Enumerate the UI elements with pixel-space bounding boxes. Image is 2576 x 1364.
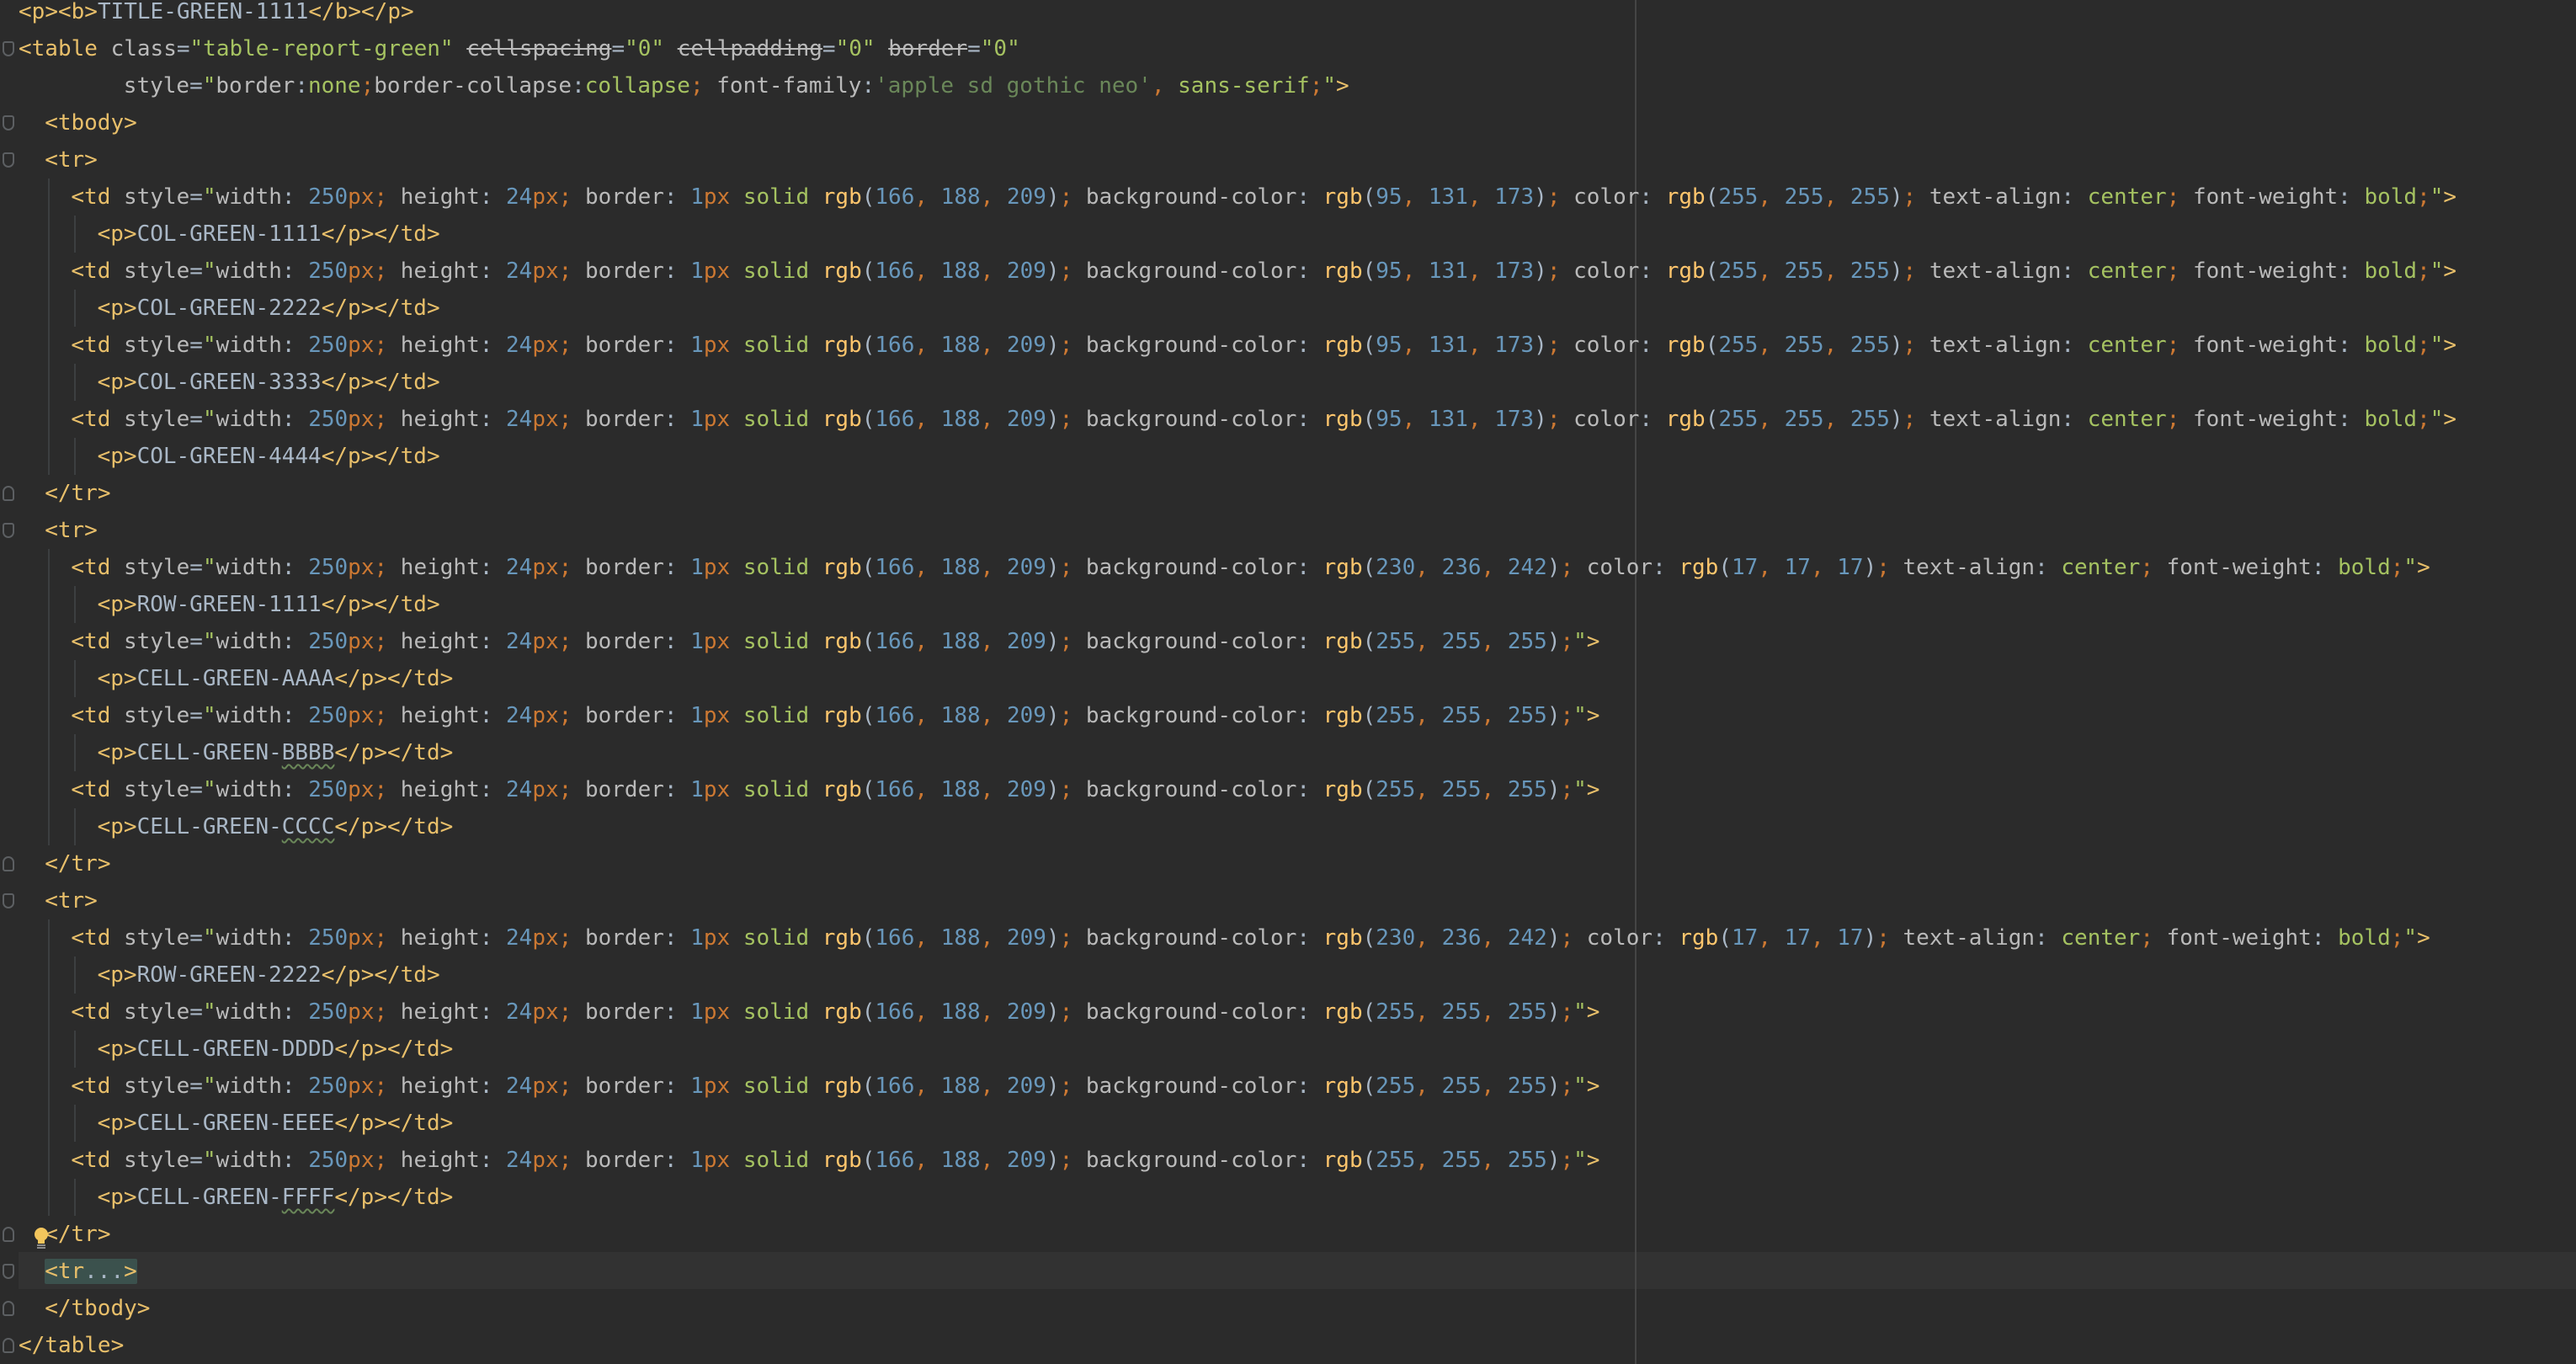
code-line[interactable]: <td style="width: 250px; height: 24px; b…: [71, 697, 1599, 734]
indent-guide: [74, 956, 77, 994]
code-line[interactable]: <p>CELL-GREEN-EEEE</p></td>: [98, 1105, 454, 1142]
code-line[interactable]: <td style="width: 250px; height: 24px; b…: [71, 253, 2456, 290]
code-line[interactable]: </table>: [19, 1327, 124, 1364]
fold-marker-icon[interactable]: [3, 856, 14, 871]
code-line[interactable]: </tr>: [45, 1216, 110, 1253]
indent-guide: [74, 1179, 77, 1216]
code-editor[interactable]: <p><b>TITLE-GREEN-1111</b></p> <table cla…: [0, 0, 2576, 1364]
fold-marker-icon[interactable]: [3, 486, 14, 501]
code-line[interactable]: <p><b>TITLE-GREEN-1111</b></p>: [19, 0, 414, 30]
fold-marker-icon[interactable]: [3, 893, 14, 908]
code-line[interactable]: <td style="width: 250px; height: 24px; b…: [71, 327, 2456, 364]
code-line[interactable]: <tr>: [45, 141, 98, 178]
fold-marker-icon[interactable]: [3, 1264, 14, 1279]
code-line[interactable]: <p>COL-GREEN-1111</p></td>: [98, 216, 440, 253]
code-line[interactable]: <td style="width: 250px; height: 24px; b…: [71, 994, 1599, 1031]
indent-guide: [74, 364, 77, 401]
code-line[interactable]: <p>CELL-GREEN-DDDD</p></td>: [98, 1031, 454, 1068]
code-line[interactable]: <td style="width: 250px; height: 24px; b…: [71, 1068, 1599, 1105]
code-line[interactable]: </tr>: [45, 845, 110, 882]
code-line[interactable]: <p>ROW-GREEN-2222</p></td>: [98, 956, 440, 994]
code-line[interactable]: <p>CELL-GREEN-FFFF</p></td>: [98, 1179, 454, 1216]
code-line[interactable]: <p>COL-GREEN-2222</p></td>: [98, 290, 440, 327]
code-line[interactable]: <td style="width: 250px; height: 24px; b…: [71, 771, 1599, 808]
indent-guide: [48, 178, 51, 475]
code-line[interactable]: <p>COL-GREEN-3333</p></td>: [98, 364, 440, 401]
code-line[interactable]: <p>CELL-GREEN-BBBB</p></td>: [98, 734, 454, 771]
code-line[interactable]: style="border:none;border-collapse:colla…: [124, 67, 1349, 104]
indent-guide: [74, 290, 77, 327]
indent-guide: [74, 1031, 77, 1068]
indent-guide: [48, 549, 51, 845]
current-line-highlight: [19, 1252, 2576, 1289]
code-line[interactable]: </tr>: [45, 475, 110, 512]
indent-guide: [74, 660, 77, 697]
code-line[interactable]: <p>COL-GREEN-4444</p></td>: [98, 438, 440, 475]
code-line[interactable]: <td style="width: 250px; height: 24px; b…: [71, 919, 2430, 956]
indent-guide: [48, 919, 51, 1216]
code-line[interactable]: <tbody>: [45, 104, 137, 141]
fold-marker-icon[interactable]: [3, 523, 14, 538]
fold-marker-icon[interactable]: [3, 1227, 14, 1242]
fold-marker-icon[interactable]: [3, 41, 14, 56]
code-line[interactable]: <table class="table-report-green" cellsp…: [19, 30, 1020, 67]
fold-marker-icon[interactable]: [3, 115, 14, 131]
code-line[interactable]: <td style="width: 250px; height: 24px; b…: [71, 623, 1599, 660]
code-line[interactable]: <td style="width: 250px; height: 24px; b…: [71, 549, 2430, 586]
code-line[interactable]: <td style="width: 250px; height: 24px; b…: [71, 401, 2456, 438]
code-line[interactable]: <p>CELL-GREEN-CCCC</p></td>: [98, 808, 454, 845]
code-line[interactable]: <tr>: [45, 882, 98, 919]
code-line[interactable]: <p>ROW-GREEN-1111</p></td>: [98, 586, 440, 623]
fold-marker-icon[interactable]: [3, 1338, 14, 1353]
lightbulb-icon[interactable]: [32, 1226, 51, 1249]
indent-guide: [74, 216, 77, 253]
fold-marker-icon[interactable]: [3, 152, 14, 168]
indent-guide: [74, 808, 77, 845]
code-line[interactable]: <td style="width: 250px; height: 24px; b…: [71, 1142, 1599, 1179]
folded-region[interactable]: <tr...>: [45, 1259, 137, 1284]
indent-guide: [74, 1105, 77, 1142]
code-line[interactable]: <td style="width: 250px; height: 24px; b…: [71, 178, 2456, 216]
indent-guide: [74, 734, 77, 771]
code-line[interactable]: <p>CELL-GREEN-AAAA</p></td>: [98, 660, 454, 697]
code-line[interactable]: </tbody>: [45, 1290, 150, 1327]
code-line[interactable]: <tr...>: [45, 1253, 137, 1290]
indent-guide: [74, 438, 77, 475]
indent-guide: [74, 586, 77, 623]
fold-marker-icon[interactable]: [3, 1301, 14, 1316]
fold-gutter[interactable]: [0, 0, 19, 1364]
code-line[interactable]: <tr>: [45, 512, 98, 549]
